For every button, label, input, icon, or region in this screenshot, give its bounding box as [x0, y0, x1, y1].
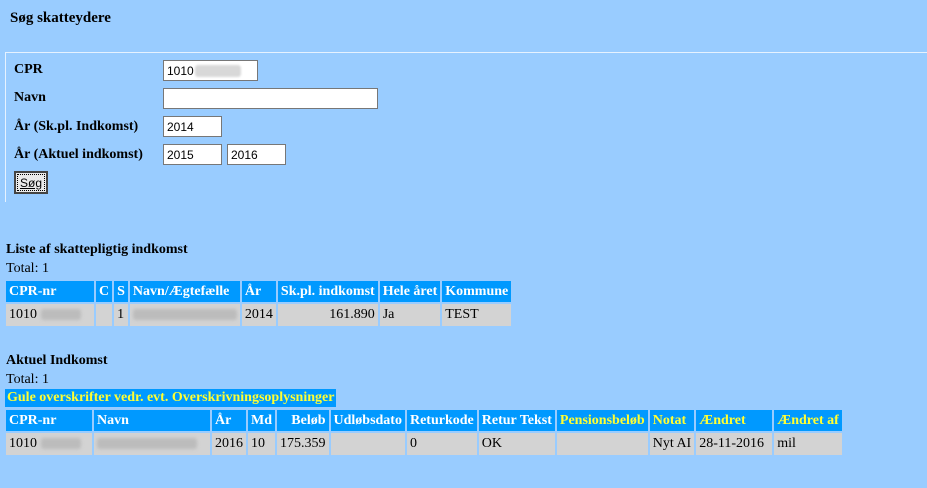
year-taxable-input[interactable] — [163, 116, 222, 137]
col-taxable-income: Sk.pl. indkomst — [277, 281, 378, 302]
page-title: Søg skatteydere — [10, 10, 111, 26]
cell-s: 1 — [114, 304, 128, 326]
cell-changed-by: mil — [774, 433, 842, 455]
override-info-banner: Gule overskrifter vedr. evt. Overskrivni… — [5, 389, 337, 407]
col-changed-by: Ændret af — [774, 410, 842, 431]
cpr-value: 1010 — [9, 436, 37, 451]
year-taxable-label: År (Sk.pl. Indkomst) — [14, 119, 139, 134]
cell-year: 2016 — [212, 433, 246, 455]
cell-name — [94, 433, 210, 455]
cell-expiry — [330, 433, 405, 455]
col-note: Notat — [649, 410, 695, 431]
col-name: Navn — [94, 410, 210, 431]
redacted-name — [132, 309, 237, 321]
taxable-total: Total: 1 — [6, 261, 49, 276]
table-header-row: CPR-nr C S Navn/Ægtefælle År Sk.pl. indk… — [6, 281, 512, 302]
table-row[interactable]: 1010 1 2014 161.890 Ja TEST — [6, 304, 512, 326]
col-s: S — [114, 281, 128, 302]
col-year: År — [212, 410, 246, 431]
year-current-from-input[interactable] — [163, 144, 222, 165]
cell-municipality: TEST — [442, 304, 512, 326]
current-table: CPR-nr Navn År Md Beløb Udløbsdato Retur… — [4, 408, 844, 457]
cell-month: 10 — [248, 433, 275, 455]
col-amount: Beløb — [277, 410, 329, 431]
cpr-value: 1010 — [9, 307, 37, 322]
taxable-section-title: Liste af skattepligtig indkomst — [6, 242, 188, 257]
redacted-cpr — [40, 309, 81, 321]
cell-cpr: 1010 — [6, 304, 94, 326]
search-form — [5, 52, 927, 202]
cpr-label: CPR — [14, 62, 43, 77]
cell-amount: 175.359 — [277, 433, 329, 455]
name-input[interactable] — [163, 88, 378, 109]
taxable-table: CPR-nr C S Navn/Ægtefælle År Sk.pl. indk… — [4, 279, 513, 328]
cell-return-text: OK — [478, 433, 555, 455]
col-year: År — [241, 281, 276, 302]
redacted-cpr — [195, 65, 241, 77]
col-expiry-date: Udløbsdato — [330, 410, 405, 431]
cell-year: 2014 — [241, 304, 276, 326]
cell-changed: 28-11-2016 — [696, 433, 773, 455]
current-section-title: Aktuel Indkomst — [6, 353, 108, 368]
col-name-spouse: Navn/Ægtefælle — [129, 281, 240, 302]
table-header-row: CPR-nr Navn År Md Beløb Udløbsdato Retur… — [6, 410, 842, 431]
cell-whole-year: Ja — [379, 304, 441, 326]
col-pension-amount: Pensionsbeløb — [556, 410, 648, 431]
cell-name — [129, 304, 240, 326]
cell-pension — [556, 433, 648, 455]
col-return-code: Returkode — [406, 410, 477, 431]
col-c: C — [96, 281, 113, 302]
col-cpr: CPR-nr — [6, 410, 92, 431]
table-row[interactable]: 1010 2016 10 175.359 0 OK Nyt AI 28-11-2… — [6, 433, 842, 455]
cell-return-code: 0 — [406, 433, 477, 455]
search-button[interactable]: Søg — [14, 171, 48, 194]
col-cpr: CPR-nr — [6, 281, 94, 302]
redacted-cpr — [40, 438, 81, 450]
col-municipality: Kommune — [442, 281, 512, 302]
col-month: Md — [248, 410, 275, 431]
cell-note: Nyt AI — [649, 433, 695, 455]
cell-income: 161.890 — [277, 304, 378, 326]
col-changed: Ændret — [696, 410, 773, 431]
current-total: Total: 1 — [6, 372, 49, 387]
name-label: Navn — [14, 90, 46, 105]
cell-c — [96, 304, 113, 326]
redacted-name — [97, 438, 197, 450]
year-current-to-input[interactable] — [227, 144, 286, 165]
cell-cpr: 1010 — [6, 433, 92, 455]
col-return-text: Retur Tekst — [478, 410, 555, 431]
year-current-label: År (Aktuel indkomst) — [14, 147, 143, 162]
col-whole-year: Hele året — [379, 281, 441, 302]
